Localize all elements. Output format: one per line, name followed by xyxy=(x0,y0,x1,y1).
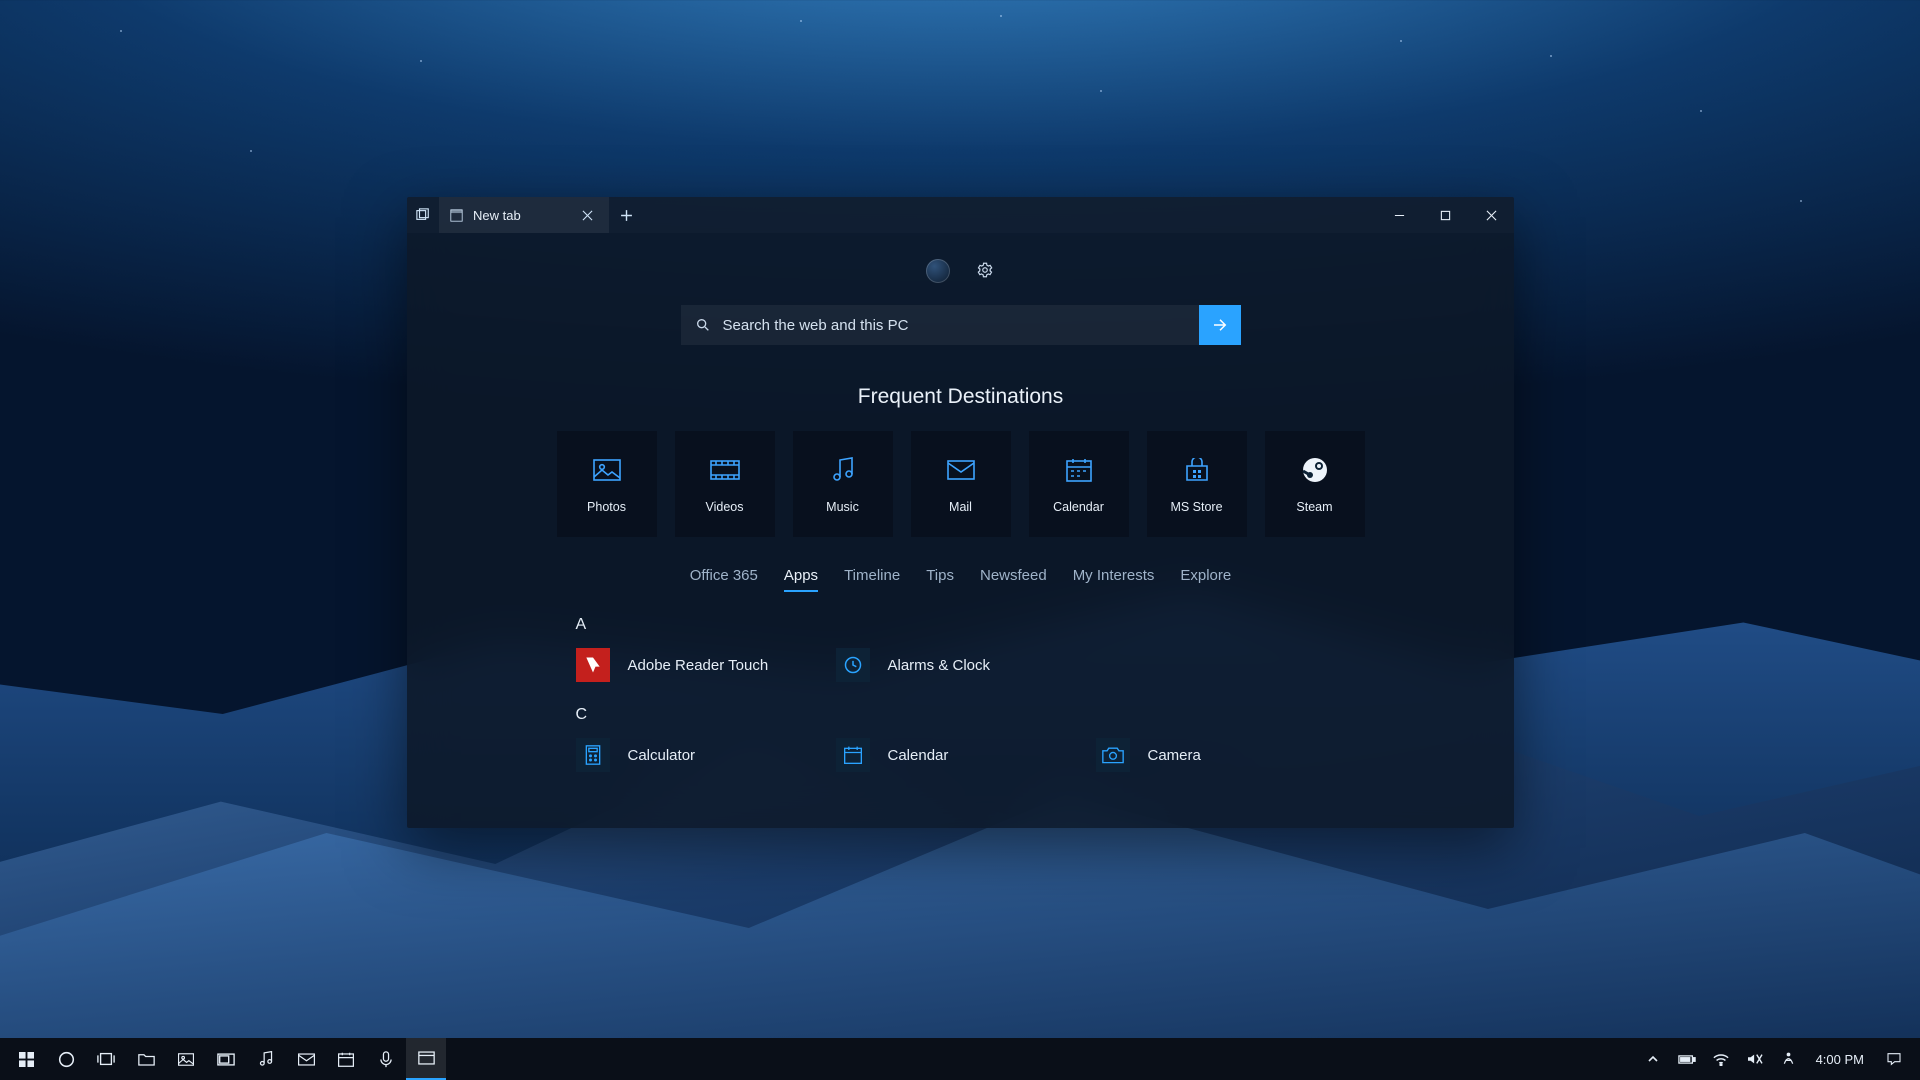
nav-tabs: Office 365 Apps Timeline Tips Newsfeed My Int… xyxy=(690,567,1231,592)
tile-label: Music xyxy=(826,500,859,514)
top-icons xyxy=(926,259,996,283)
tray-ime[interactable] xyxy=(1772,1038,1806,1080)
settings-button[interactable] xyxy=(974,259,996,281)
app-grid: Calculator Calendar Camera xyxy=(576,738,1346,772)
adobe-icon xyxy=(576,648,610,682)
tile-steam[interactable]: Steam xyxy=(1265,431,1365,537)
tile-videos[interactable]: Videos xyxy=(675,431,775,537)
search-input[interactable] xyxy=(723,317,1185,334)
tile-photos[interactable]: Photos xyxy=(557,431,657,537)
new-tab-button[interactable] xyxy=(609,197,645,233)
taskbar-browser[interactable] xyxy=(406,1038,446,1080)
taskbar-taskview[interactable] xyxy=(86,1038,126,1080)
app-item-calculator[interactable]: Calculator xyxy=(576,738,826,772)
app-section-letter: A xyxy=(576,616,1346,634)
tile-music[interactable]: Music xyxy=(793,431,893,537)
photos-icon xyxy=(593,454,621,486)
profile-avatar[interactable] xyxy=(926,259,950,283)
taskbar-calendar[interactable] xyxy=(326,1038,366,1080)
tab-title: New tab xyxy=(473,208,521,223)
search-bar xyxy=(681,305,1241,345)
app-label: Camera xyxy=(1148,747,1201,764)
tile-label: Mail xyxy=(949,500,972,514)
taskbar-start[interactable] xyxy=(6,1038,46,1080)
tile-calendar[interactable]: Calendar xyxy=(1029,431,1129,537)
tray-battery[interactable] xyxy=(1670,1038,1704,1080)
app-label: Calendar xyxy=(888,747,949,764)
app-item-adobe-reader-touch[interactable]: Adobe Reader Touch xyxy=(576,648,826,682)
maximize-button[interactable] xyxy=(1422,197,1468,233)
taskbar: 4:00 PM xyxy=(0,1038,1920,1080)
nav-tab-apps[interactable]: Apps xyxy=(784,567,818,592)
tab-strip: New tab xyxy=(407,197,645,233)
taskbar-right: 4:00 PM xyxy=(1636,1038,1914,1080)
taskbar-music[interactable] xyxy=(246,1038,286,1080)
calculator-icon xyxy=(576,738,610,772)
app-label: Calculator xyxy=(628,747,696,764)
titlebar: New tab xyxy=(407,197,1514,233)
videos-icon xyxy=(710,454,740,486)
app-item-alarms-clock[interactable]: Alarms & Clock xyxy=(836,648,1086,682)
tile-label: Videos xyxy=(706,500,744,514)
calendar-icon xyxy=(836,738,870,772)
mail-icon xyxy=(947,454,975,486)
nav-tab-explore[interactable]: Explore xyxy=(1180,567,1231,592)
window-controls xyxy=(1376,197,1514,233)
app-grid: Adobe Reader Touch Alarms & Clock xyxy=(576,648,1346,682)
tabs-overview-button[interactable] xyxy=(407,197,439,233)
nav-tab-my-interests[interactable]: My Interests xyxy=(1073,567,1155,592)
tray-wifi[interactable] xyxy=(1704,1038,1738,1080)
search-box[interactable] xyxy=(681,305,1199,345)
tile-label: MS Store xyxy=(1170,500,1222,514)
taskbar-clock[interactable]: 4:00 PM xyxy=(1806,1052,1874,1067)
page-icon xyxy=(449,208,463,222)
store-icon xyxy=(1184,454,1210,486)
browser-tab[interactable]: New tab xyxy=(439,197,609,233)
taskbar-tablet[interactable] xyxy=(206,1038,246,1080)
nav-tab-tips[interactable]: Tips xyxy=(926,567,954,592)
browser-window: New tab xyxy=(407,197,1514,828)
taskbar-cortana[interactable] xyxy=(46,1038,86,1080)
app-section-letter: C xyxy=(576,706,1346,724)
app-item-camera[interactable]: Camera xyxy=(1096,738,1346,772)
taskbar-explorer[interactable] xyxy=(126,1038,166,1080)
tray-chevron-up[interactable] xyxy=(1636,1038,1670,1080)
page-content: Frequent Destinations Photos Videos Music M… xyxy=(407,233,1514,828)
action-center-button[interactable] xyxy=(1874,1038,1914,1080)
clock-icon xyxy=(836,648,870,682)
steam-icon xyxy=(1302,454,1328,486)
calendar-icon xyxy=(1066,454,1092,486)
app-label: Alarms & Clock xyxy=(888,657,991,674)
tray-volume[interactable] xyxy=(1738,1038,1772,1080)
taskbar-left xyxy=(6,1038,446,1080)
app-label: Adobe Reader Touch xyxy=(628,657,769,674)
frequent-destinations-title: Frequent Destinations xyxy=(858,385,1063,409)
app-item-calendar[interactable]: Calendar xyxy=(836,738,1086,772)
taskbar-mic[interactable] xyxy=(366,1038,406,1080)
tile-label: Photos xyxy=(587,500,626,514)
tile-ms-store[interactable]: MS Store xyxy=(1147,431,1247,537)
close-window-button[interactable] xyxy=(1468,197,1514,233)
nav-tab-newsfeed[interactable]: Newsfeed xyxy=(980,567,1047,592)
taskbar-photos[interactable] xyxy=(166,1038,206,1080)
tile-mail[interactable]: Mail xyxy=(911,431,1011,537)
nav-tab-office-365[interactable]: Office 365 xyxy=(690,567,758,592)
taskbar-mail[interactable] xyxy=(286,1038,326,1080)
search-icon xyxy=(695,317,711,333)
nav-tab-timeline[interactable]: Timeline xyxy=(844,567,900,592)
camera-icon xyxy=(1096,738,1130,772)
search-submit-button[interactable] xyxy=(1199,305,1241,345)
tile-label: Steam xyxy=(1296,500,1332,514)
frequent-tiles: Photos Videos Music Mail Calendar MS Store Ste… xyxy=(557,431,1365,537)
tile-label: Calendar xyxy=(1053,500,1104,514)
music-icon xyxy=(832,454,854,486)
minimize-button[interactable] xyxy=(1376,197,1422,233)
tab-close-button[interactable] xyxy=(581,208,595,222)
